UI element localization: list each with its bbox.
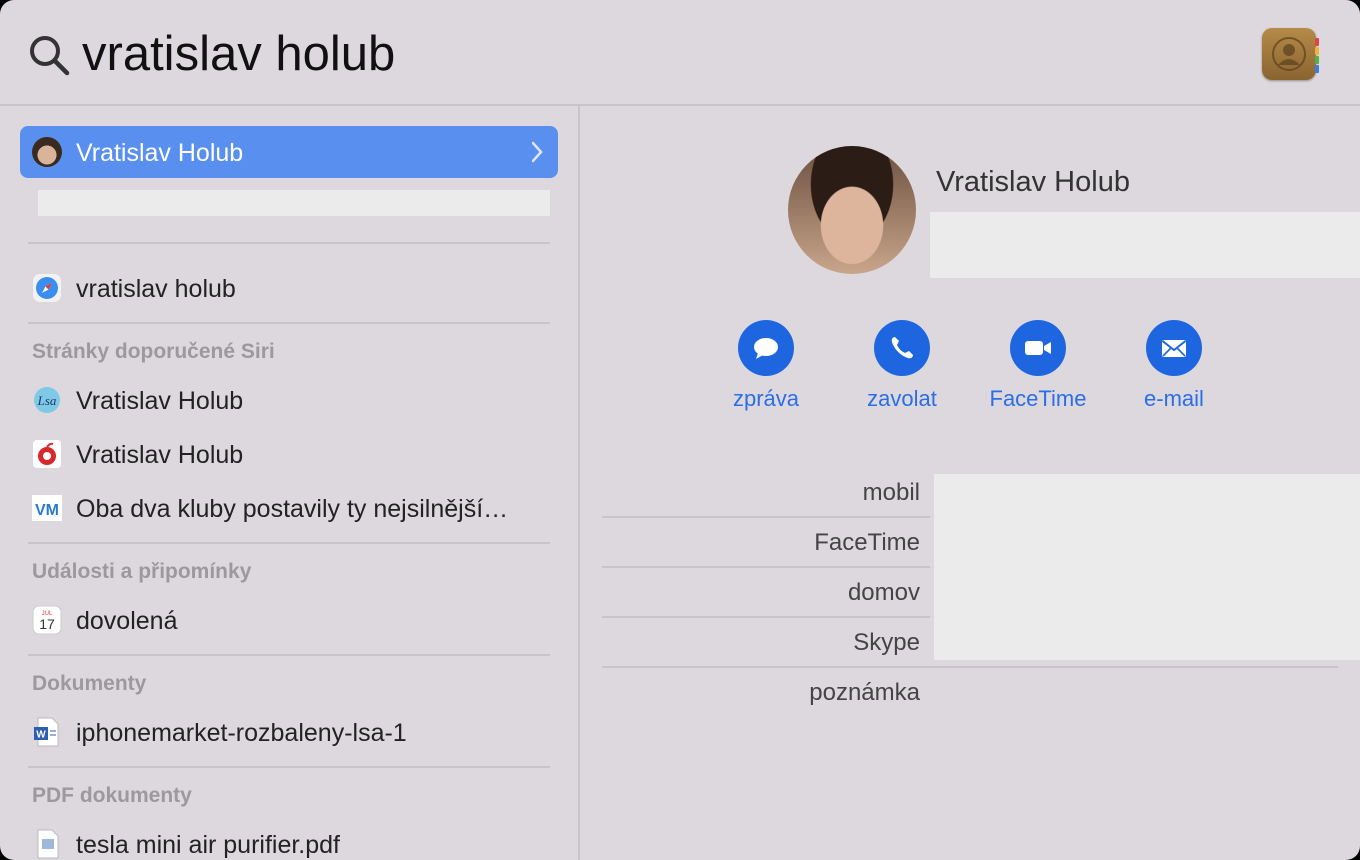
phone-icon — [891, 337, 913, 359]
call-action[interactable]: zavolat — [842, 320, 962, 420]
person-icon — [1272, 37, 1306, 71]
lsa-site-icon: Lsa — [34, 387, 60, 413]
vm-site-icon: VM — [32, 495, 62, 521]
siri-result-row[interactable]: Vratislav Holub — [20, 428, 558, 480]
message-action[interactable]: zpráva — [706, 320, 826, 420]
search-bar — [0, 0, 1360, 106]
pdf-result-label: tesla mini air purifier.pdf — [76, 831, 341, 859]
message-icon — [754, 338, 778, 359]
event-result-row[interactable]: JUL 17 dovolená — [20, 594, 558, 646]
mail-icon — [1161, 340, 1187, 357]
contact-detail-pane: Vratislav Holub zpráva zavolat FaceTime … — [580, 106, 1360, 860]
message-label: zpráva — [732, 386, 800, 411]
calendar-icon: JUL 17 — [32, 605, 62, 635]
pdf-result-row[interactable]: tesla mini air purifier.pdf — [20, 818, 558, 860]
call-label: zavolat — [867, 386, 937, 411]
svg-text:17: 17 — [39, 616, 55, 632]
field-label-home: domov — [847, 579, 920, 606]
web-search-label: vratislav holub — [76, 275, 236, 303]
contact-name: Vratislav Holub — [936, 166, 1130, 198]
redacted-subtitle — [38, 190, 550, 216]
top-hit-row[interactable]: Vratislav Holub — [20, 126, 558, 178]
contacts-app-icon[interactable] — [1262, 28, 1319, 80]
facetime-label: FaceTime — [989, 386, 1087, 411]
redacted-contact-info — [930, 212, 1360, 278]
facetime-action[interactable]: FaceTime — [978, 320, 1098, 420]
siri-result-row[interactable]: VM Oba dva kluby postavily ty nejsilnějš… — [20, 482, 558, 534]
chevron-right-icon — [531, 141, 543, 163]
top-hit-label: Vratislav Holub — [76, 139, 244, 167]
siri-result-row[interactable]: Lsa Vratislav Holub — [20, 374, 558, 426]
pdf-icon — [37, 829, 59, 859]
document-result-row[interactable]: W iphonemarket-rozbaleny-lsa-1 — [20, 706, 558, 758]
redacted-field-values — [934, 474, 1360, 660]
spotlight-window: Vratislav Holub vratislav holub Stránky … — [0, 0, 1360, 860]
field-label-mobile: mobil — [862, 479, 920, 506]
docs-section-title: Dokumenty — [32, 672, 147, 695]
word-doc-icon: W — [34, 717, 59, 747]
web-search-row[interactable]: vratislav holub — [20, 262, 558, 314]
document-result-label: iphonemarket-rozbaleny-lsa-1 — [76, 719, 407, 747]
contact-photo — [788, 146, 916, 274]
event-result-label: dovolená — [76, 607, 178, 635]
field-label-facetime: FaceTime — [814, 529, 920, 556]
events-section-title: Události a připomínky — [32, 560, 252, 583]
results-list: Vratislav Holub vratislav holub Stránky … — [0, 106, 580, 860]
email-label: e-mail — [1144, 386, 1204, 411]
safari-compass-icon — [33, 274, 61, 302]
search-input[interactable] — [82, 22, 982, 86]
field-label-skype: Skype — [853, 629, 920, 656]
svg-text:W: W — [36, 730, 46, 741]
email-action[interactable]: e-mail — [1114, 320, 1234, 420]
svg-text:Lsa: Lsa — [37, 393, 57, 408]
red-apple-site-icon — [33, 440, 61, 468]
siri-result-label: Oba dva kluby postavily ty nejsilnější… — [76, 495, 509, 523]
siri-result-label: Vratislav Holub — [76, 387, 244, 415]
pdf-section-title: PDF dokumenty — [32, 784, 192, 807]
contact-avatar-icon — [32, 137, 62, 167]
svg-text:VM: VM — [35, 502, 59, 519]
search-icon — [30, 36, 70, 76]
field-label-note: poznámka — [809, 679, 920, 706]
siri-section-title: Stránky doporučené Siri — [32, 340, 275, 363]
video-icon — [1025, 341, 1051, 355]
siri-result-label: Vratislav Holub — [76, 441, 244, 469]
